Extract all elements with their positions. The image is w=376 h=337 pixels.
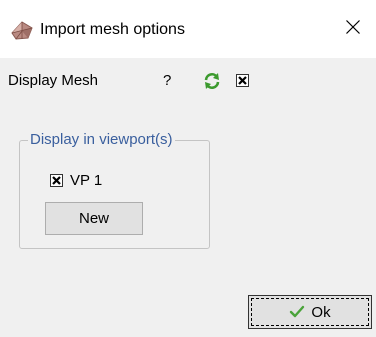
title-bar: Import mesh options — [0, 0, 376, 58]
ok-button-label: Ok — [311, 303, 331, 321]
vp1-checkbox[interactable] — [50, 174, 63, 187]
refresh-icon[interactable] — [202, 71, 222, 91]
import-mesh-dialog: Import mesh options Display Mesh ? Displ… — [0, 0, 376, 337]
display-mesh-checkbox[interactable] — [236, 74, 249, 87]
mesh-app-icon — [10, 19, 34, 41]
viewport-groupbox: Display in viewport(s) VP 1 New — [19, 130, 210, 249]
ok-button[interactable]: Ok — [248, 295, 372, 329]
close-icon — [345, 19, 361, 39]
display-mesh-row: Display Mesh ? — [8, 68, 368, 94]
help-button[interactable]: ? — [163, 72, 171, 90]
check-icon — [289, 304, 305, 320]
new-viewport-button[interactable]: New — [45, 202, 143, 235]
focus-outline — [251, 298, 369, 326]
vp1-label: VP 1 — [70, 172, 103, 189]
new-button-label: New — [78, 210, 109, 227]
dialog-title: Import mesh options — [40, 21, 185, 38]
viewport-group-legend: Display in viewport(s) — [28, 130, 175, 150]
display-mesh-label: Display Mesh — [8, 72, 99, 89]
close-button[interactable] — [330, 0, 376, 58]
